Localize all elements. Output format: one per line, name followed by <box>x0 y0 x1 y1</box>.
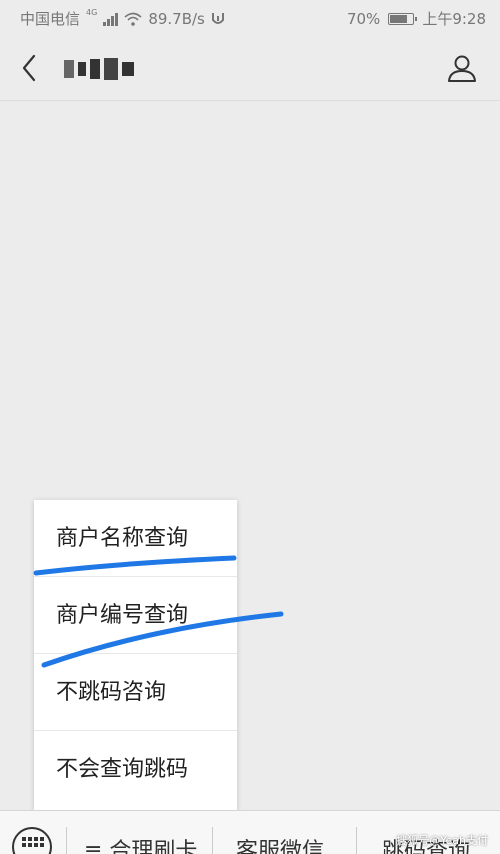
network-speed: 89.7B/s <box>148 9 205 28</box>
signal-icon <box>103 12 119 26</box>
chat-header <box>0 36 500 101</box>
keyboard-icon[interactable] <box>12 827 52 854</box>
tab-reasonable-card-use[interactable]: ≡ 合理刷卡 <box>84 833 197 854</box>
app-notification-icon <box>211 12 224 24</box>
menu-item-help-query-code-jump[interactable]: 不会查询跳码 <box>34 731 237 808</box>
watermark: 搜狐号@Yeah支付 <box>396 834 488 847</box>
menu-item-merchant-id-query[interactable]: 商户编号查询 <box>34 577 237 654</box>
clock: 上午9:28 <box>422 10 486 28</box>
status-right: 70% 上午9:28 <box>347 8 486 29</box>
blurred-chat-title <box>64 58 134 80</box>
menu-item-no-code-jump-consult[interactable]: 不跳码咨询 <box>34 654 237 731</box>
status-bar: 中国电信 4G 89.7B/s 70% 上午9:28 <box>0 0 500 36</box>
status-left: 中国电信 4G 89.7B/s <box>20 8 225 29</box>
person-icon[interactable] <box>446 52 478 84</box>
tab-customer-service-wechat[interactable]: 客服微信 <box>236 833 324 854</box>
divider <box>66 827 67 854</box>
divider <box>356 827 357 854</box>
popup-menu: 商户名称查询 商户编号查询 不跳码咨询 不会查询跳码 <box>34 500 237 811</box>
network-type: 4G <box>86 8 98 17</box>
chevron-left-icon[interactable] <box>14 52 46 84</box>
battery-percent: 70% <box>346 9 381 28</box>
menu-item-merchant-name-query[interactable]: 商户名称查询 <box>34 500 237 577</box>
battery-icon <box>388 12 418 25</box>
wifi-icon <box>124 12 142 26</box>
carrier-label: 中国电信 <box>20 10 81 28</box>
divider <box>212 827 213 854</box>
